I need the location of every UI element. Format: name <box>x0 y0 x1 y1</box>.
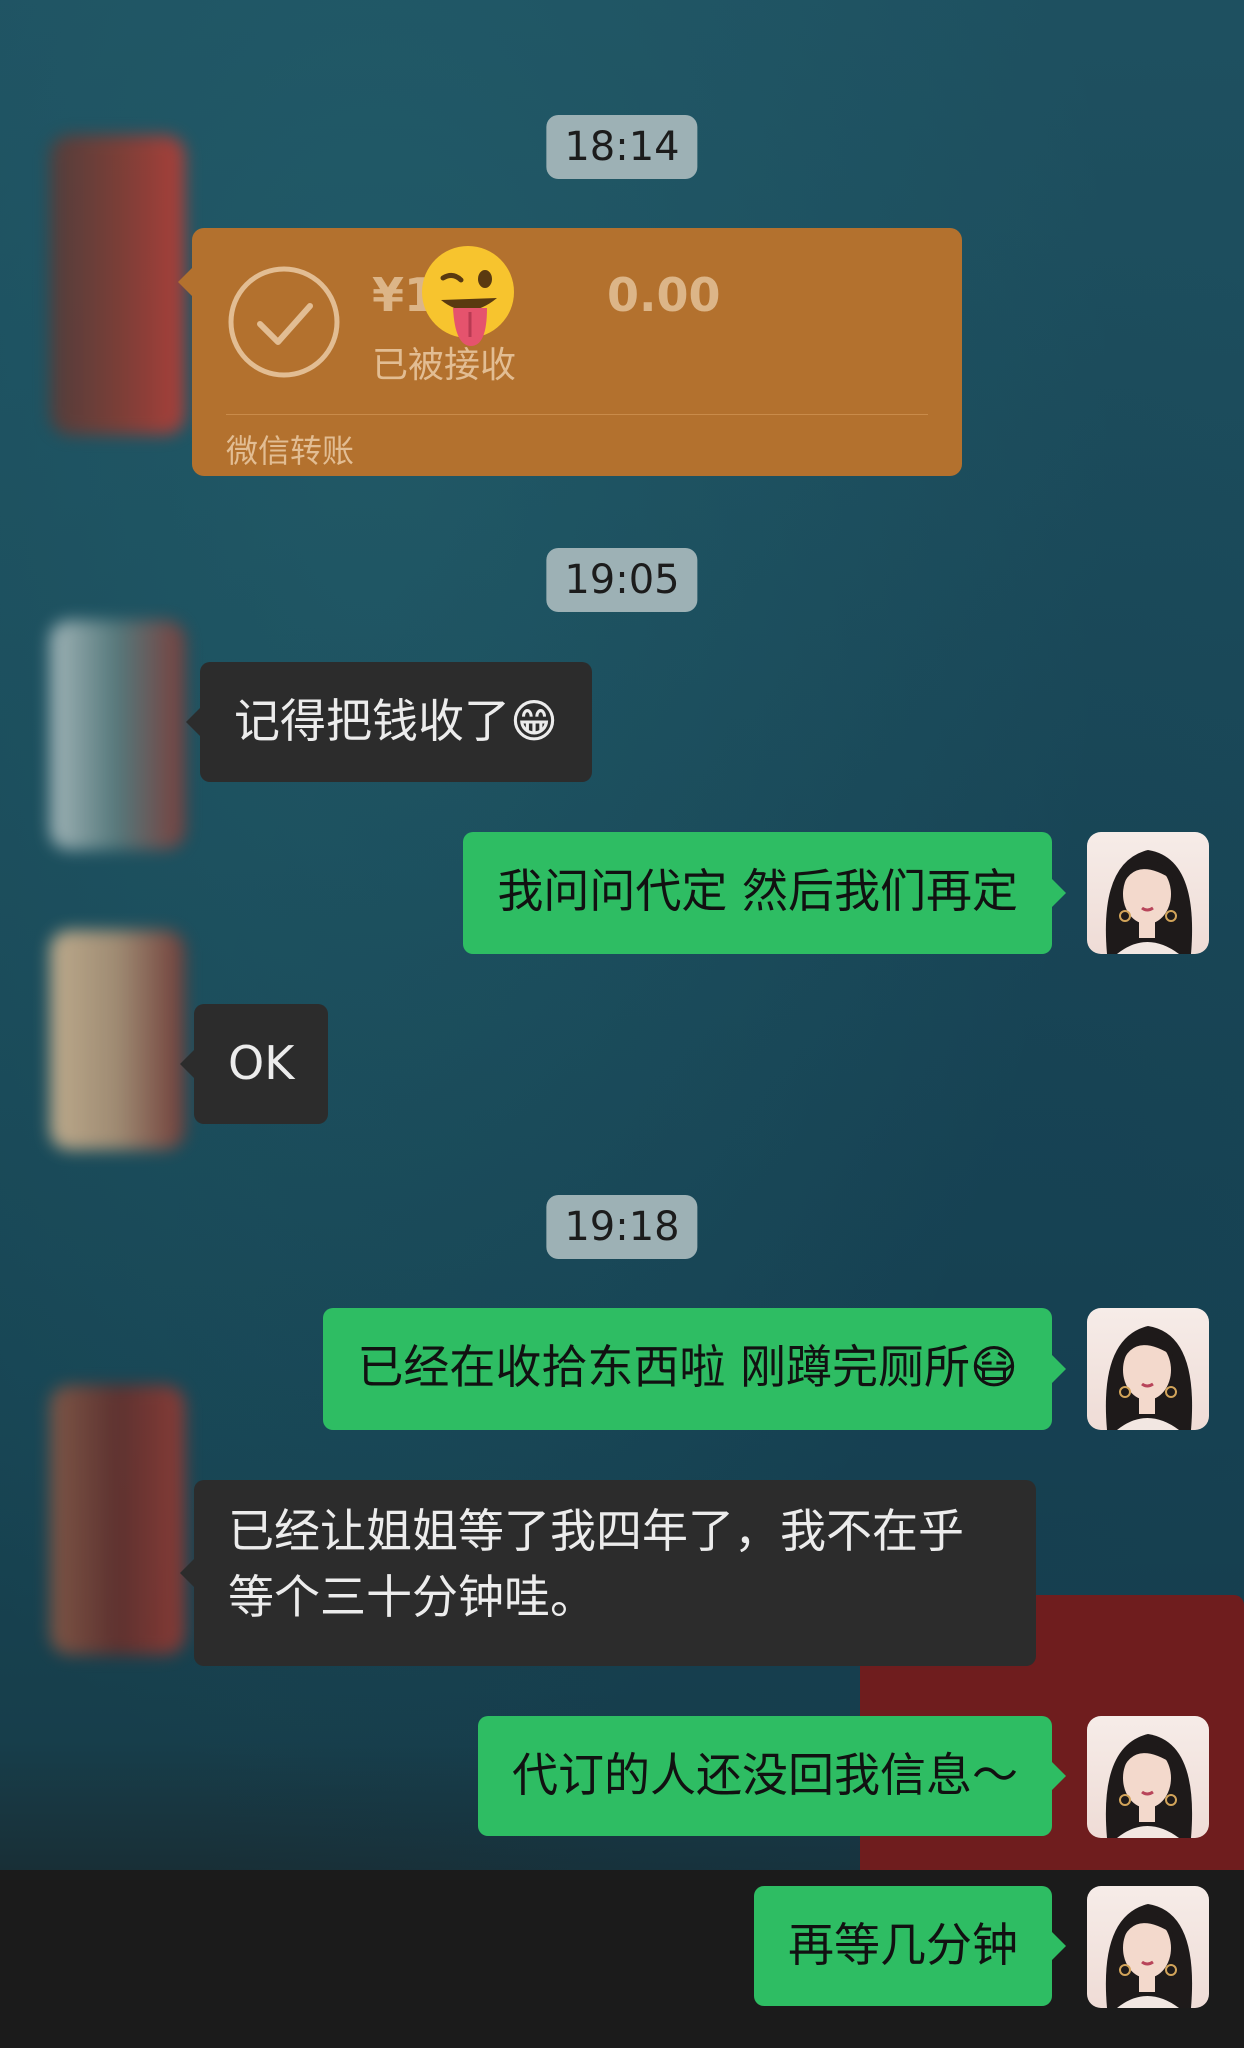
my-avatar[interactable] <box>1087 832 1209 954</box>
my-avatar[interactable] <box>1087 1716 1209 1838</box>
incoming-message[interactable]: 记得把钱收了😁 <box>186 662 592 782</box>
grinning-emoji-icon: 😁 <box>510 694 558 748</box>
transfer-label: 微信转账 <box>226 432 355 470</box>
outgoing-message[interactable]: 我问问代定 然后我们再定 <box>463 832 1066 954</box>
mask-face-emoji-icon: 😷 <box>970 1340 1018 1394</box>
message-text: 已经让姐姐等了我四年了，我不在乎等个三十分钟哇。 <box>228 1504 964 1624</box>
incoming-message[interactable]: 已经让姐姐等了我四年了，我不在乎等个三十分钟哇。 <box>180 1480 1036 1666</box>
check-circle-icon <box>228 266 340 378</box>
outgoing-message[interactable]: 再等几分钟 <box>754 1886 1066 2006</box>
contact-avatar[interactable] <box>50 135 185 435</box>
contact-avatar[interactable] <box>50 620 185 850</box>
girl-portrait-avatar-icon <box>1105 850 1193 954</box>
girl-portrait-avatar-icon <box>1105 1904 1193 2008</box>
contact-avatar[interactable] <box>50 930 185 1150</box>
my-avatar[interactable] <box>1087 1308 1209 1430</box>
message-text: 已经在收拾东西啦 刚蹲完厕所 <box>357 1340 971 1394</box>
message-text: 再等几分钟 <box>788 1918 1018 1972</box>
timestamp: 19:18 <box>546 1195 698 1259</box>
message-text: 代订的人还没回我信息～ <box>512 1748 1018 1802</box>
timestamp: 19:05 <box>546 548 698 612</box>
my-avatar[interactable] <box>1087 1886 1209 2008</box>
message-text: 记得把钱收了 <box>234 694 510 748</box>
transfer-amount-tail: 0.00 <box>607 268 721 322</box>
outgoing-message[interactable]: 代订的人还没回我信息～ <box>478 1716 1066 1836</box>
outgoing-message[interactable]: 已经在收拾东西啦 刚蹲完厕所😷 <box>323 1308 1066 1430</box>
wechat-transfer-card[interactable]: ¥1 0.00 已被接收 微信转账 <box>178 228 962 476</box>
transfer-status: 已被接收 <box>372 345 517 386</box>
contact-avatar[interactable] <box>50 1385 185 1655</box>
girl-portrait-avatar-icon <box>1105 1326 1193 1430</box>
message-text: OK <box>228 1036 295 1090</box>
incoming-message[interactable]: OK <box>179 1004 329 1124</box>
timestamp: 18:14 <box>546 115 698 179</box>
girl-portrait-avatar-icon <box>1105 1734 1193 1838</box>
message-text: 我问问代定 然后我们再定 <box>497 864 1018 918</box>
transfer-divider <box>226 414 928 415</box>
